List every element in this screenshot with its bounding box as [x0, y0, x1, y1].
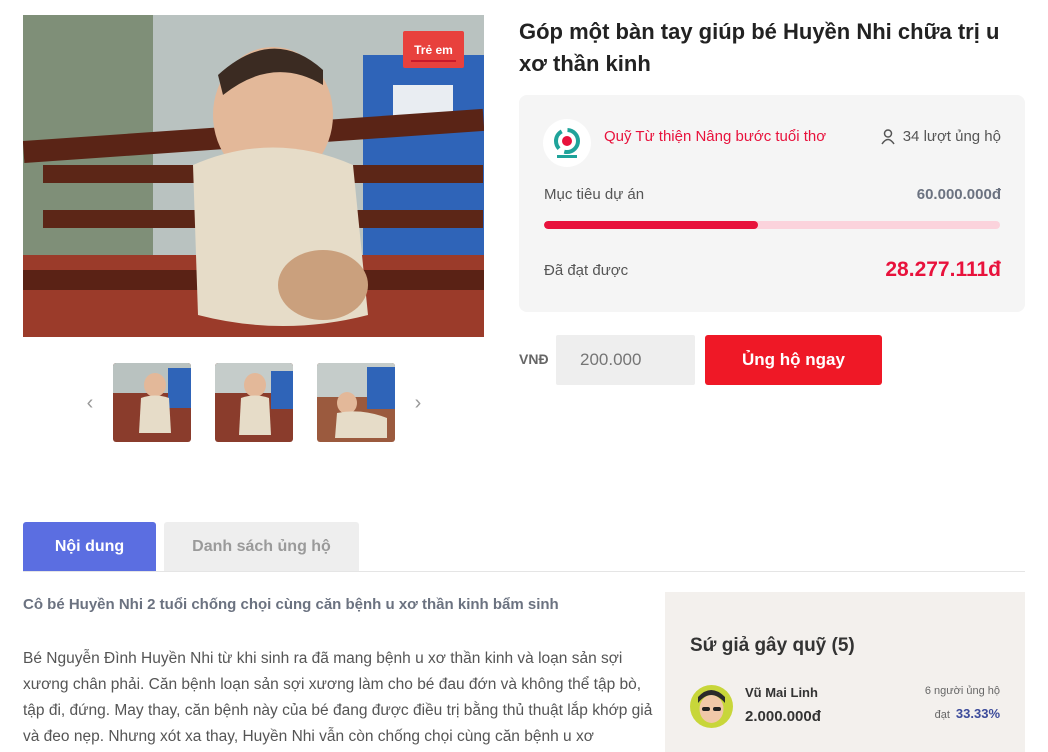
chevron-right-icon[interactable]: ›: [406, 391, 430, 415]
ambassador-amount: 2.000.000đ: [745, 708, 821, 725]
ambassadors-title: Sứ giả gây quỹ (5): [690, 635, 855, 656]
article-body: Bé Nguyễn Đình Huyền Nhi từ khi sinh ra …: [23, 650, 653, 745]
thumbnail-2[interactable]: [215, 363, 293, 442]
ambassador-supporter-count: 6 người ủng hộ: [924, 685, 1000, 697]
category-badge: Trẻ em: [403, 31, 464, 68]
organization-name[interactable]: Quỹ Từ thiện Nâng bước tuổi thơ: [604, 128, 826, 145]
person-icon: [881, 128, 895, 145]
chevron-left-icon[interactable]: ‹: [78, 391, 102, 415]
ambassador-name[interactable]: Vũ Mai Linh: [745, 685, 818, 700]
campaign-title: Góp một bàn tay giúp bé Huyền Nhi chữa t…: [519, 19, 1000, 76]
organization-logo[interactable]: [543, 119, 591, 167]
funding-progress-bar: [544, 221, 1000, 229]
tab-content[interactable]: Nội dung: [23, 522, 156, 572]
article-lead: Cô bé Huyền Nhi 2 tuổi chống chọi cùng c…: [23, 596, 559, 613]
supporters-count: 34 lượt ủng hộ: [881, 128, 1001, 145]
currency-label: VNĐ: [519, 351, 549, 367]
tab-donor-list[interactable]: Danh sách ủng hộ: [164, 522, 359, 572]
ambassador-reach: đạt 33.33%: [935, 706, 1000, 721]
tab-divider: [23, 571, 1025, 572]
ambassador-reach-percent: 33.33%: [955, 706, 1000, 721]
campaign-summary-card: Quỹ Từ thiện Nâng bước tuổi thơ 34 lượt …: [519, 95, 1025, 312]
thumbnail-carousel: ‹ ›: [78, 363, 430, 443]
avatar[interactable]: [690, 685, 733, 728]
donate-now-button[interactable]: Ủng hộ ngay: [705, 335, 882, 385]
goal-label: Mục tiêu dự án: [544, 186, 645, 203]
ambassador-reach-label: đạt: [934, 709, 950, 721]
raised-value: 28.277.111đ: [885, 258, 1001, 281]
thumbnail-1[interactable]: [113, 363, 191, 442]
supporters-label: 34 lượt ủng hộ: [902, 128, 1001, 145]
goal-value: 60.000.000đ: [916, 186, 1001, 203]
donation-amount-input[interactable]: [556, 335, 695, 385]
raised-label: Đã đạt được: [544, 262, 629, 279]
funding-progress-fill: [544, 221, 759, 229]
thumbnail-3[interactable]: [317, 363, 395, 442]
ambassadors-panel: Sứ giả gây quỹ (5) Vũ Mai Linh 2.000.000…: [665, 592, 1025, 752]
